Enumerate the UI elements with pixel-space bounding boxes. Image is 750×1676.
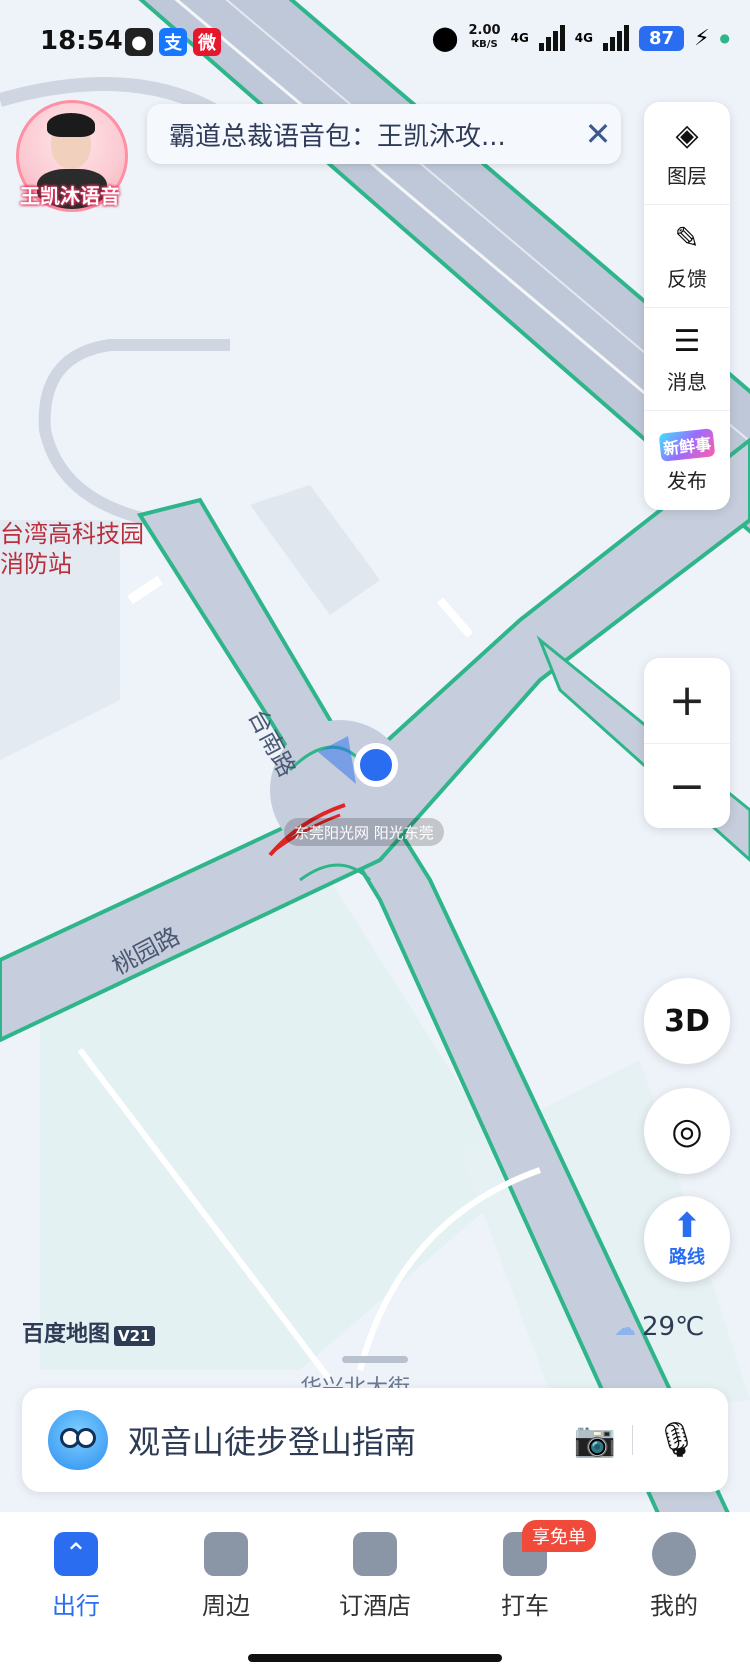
signal-icon-2: [603, 25, 629, 51]
zoom-in-button[interactable]: +: [644, 658, 730, 744]
side-item-publish[interactable]: 新鲜事 发布: [644, 411, 730, 513]
status-bar: 18:54 ● 支 微 ⬤ 2.00 KB/S 4G 4G 87 ⚡ ●: [0, 0, 750, 90]
status-time: 18:54: [40, 26, 123, 56]
bottom-tab-bar: ⌃ 出行 周边 订酒店 打车 我的: [0, 1512, 750, 1676]
taxi-promo-badge: 享免单: [522, 1520, 596, 1552]
poi-label: 台湾高科技园: [0, 521, 144, 548]
net-type-1: 4G: [510, 31, 529, 45]
watermark-text: 东莞阳光网 阳光东莞: [294, 823, 434, 842]
tab-nearby[interactable]: 周边: [166, 1532, 286, 1621]
net-speed-value: 2.00: [468, 23, 501, 38]
wechat-icon: ●: [125, 28, 153, 56]
hotel-icon: [353, 1532, 397, 1576]
weibo-icon: 微: [193, 28, 221, 56]
side-item-label: 发布: [667, 468, 707, 493]
route-arrow-icon: ⬆: [672, 1206, 702, 1246]
signal-icon: [538, 25, 565, 51]
brand-version: V21: [114, 1326, 155, 1346]
net-speed-unit: KB/S: [471, 39, 498, 50]
battery-level: 87: [639, 25, 685, 51]
tab-mine[interactable]: 我的: [614, 1532, 734, 1621]
publish-icon: 新鲜事: [658, 427, 716, 462]
tab-label: 我的: [650, 1592, 698, 1620]
notice-text[interactable]: 霸道总裁语音包：王凯沐攻...: [169, 116, 575, 153]
weather-temp: 29℃: [642, 1312, 705, 1342]
cloud-icon: ☁: [614, 1316, 636, 1341]
status-app-icons: ● 支 微: [125, 28, 221, 56]
poi-label-line2: 消防站: [0, 551, 72, 578]
side-item-label: 消息: [667, 369, 707, 394]
net-speed: 2.00 KB/S: [469, 24, 501, 52]
crosshair-icon: ◎: [671, 1110, 703, 1152]
close-icon[interactable]: ✕: [575, 115, 621, 153]
voice-pack-label[interactable]: 王凯沐语音: [12, 180, 128, 209]
drag-handle[interactable]: [342, 1356, 408, 1363]
locate-button[interactable]: ◎: [644, 1088, 730, 1174]
brand-name: 百度地图: [22, 1322, 111, 1347]
layers-icon: ◈: [675, 117, 699, 153]
alipay-icon: 支: [159, 28, 187, 56]
zoom-out-button[interactable]: −: [644, 744, 730, 829]
side-item-message[interactable]: ☰ 消息: [644, 308, 730, 411]
side-item-label: 反馈: [667, 266, 707, 291]
avatar-hair: [47, 113, 95, 137]
side-toolbar: ◈ 图层 ✎ 反馈 ☰ 消息 新鲜事 发布: [644, 102, 730, 510]
current-location-marker: [354, 743, 398, 787]
search-bar[interactable]: 观音山徒步登山指南 📷 🎙: [22, 1388, 728, 1492]
tab-travel[interactable]: ⌃ 出行: [16, 1532, 136, 1621]
route-button[interactable]: ⬆ 路线: [644, 1196, 730, 1282]
dot-indicator: ●: [719, 31, 730, 45]
travel-icon: ⌃: [54, 1532, 98, 1576]
weather-widget[interactable]: ☁ 29℃: [614, 1312, 704, 1342]
route-label: 路线: [669, 1247, 705, 1268]
feedback-icon: ✎: [674, 220, 700, 256]
nearby-icon: [204, 1532, 248, 1576]
side-item-layers[interactable]: ◈ 图层: [644, 102, 730, 205]
tab-label: 打车: [501, 1592, 549, 1620]
tab-label: 出行: [52, 1592, 100, 1620]
message-icon: ☰: [673, 323, 701, 359]
net-type-2: 4G: [574, 31, 593, 45]
camera-icon[interactable]: 📷: [557, 1420, 631, 1460]
zoom-control: + −: [644, 658, 730, 828]
status-right: ⬤ 2.00 KB/S 4G 4G 87 ⚡ ●: [431, 24, 730, 53]
tab-label: 订酒店: [339, 1592, 411, 1620]
search-input[interactable]: 观音山徒步登山指南: [128, 1417, 557, 1463]
microphone-icon[interactable]: 🎙: [633, 1420, 728, 1460]
tab-label: 周边: [202, 1592, 250, 1620]
3d-toggle-button[interactable]: 3D: [644, 978, 730, 1064]
tab-hotel[interactable]: 订酒店: [315, 1532, 435, 1621]
profile-icon: [652, 1532, 696, 1576]
mascot-icon[interactable]: [48, 1410, 108, 1470]
side-item-label: 图层: [667, 163, 707, 188]
side-item-feedback[interactable]: ✎ 反馈: [644, 205, 730, 308]
watermark: 东莞阳光网 阳光东莞: [284, 818, 444, 846]
location-icon: ⬤: [431, 24, 459, 52]
charging-icon: ⚡: [694, 25, 710, 51]
brand-logo: 百度地图 V21: [22, 1316, 155, 1348]
home-indicator[interactable]: [248, 1654, 502, 1662]
voice-pack-notice[interactable]: 霸道总裁语音包：王凯沐攻... ✕: [147, 104, 621, 164]
